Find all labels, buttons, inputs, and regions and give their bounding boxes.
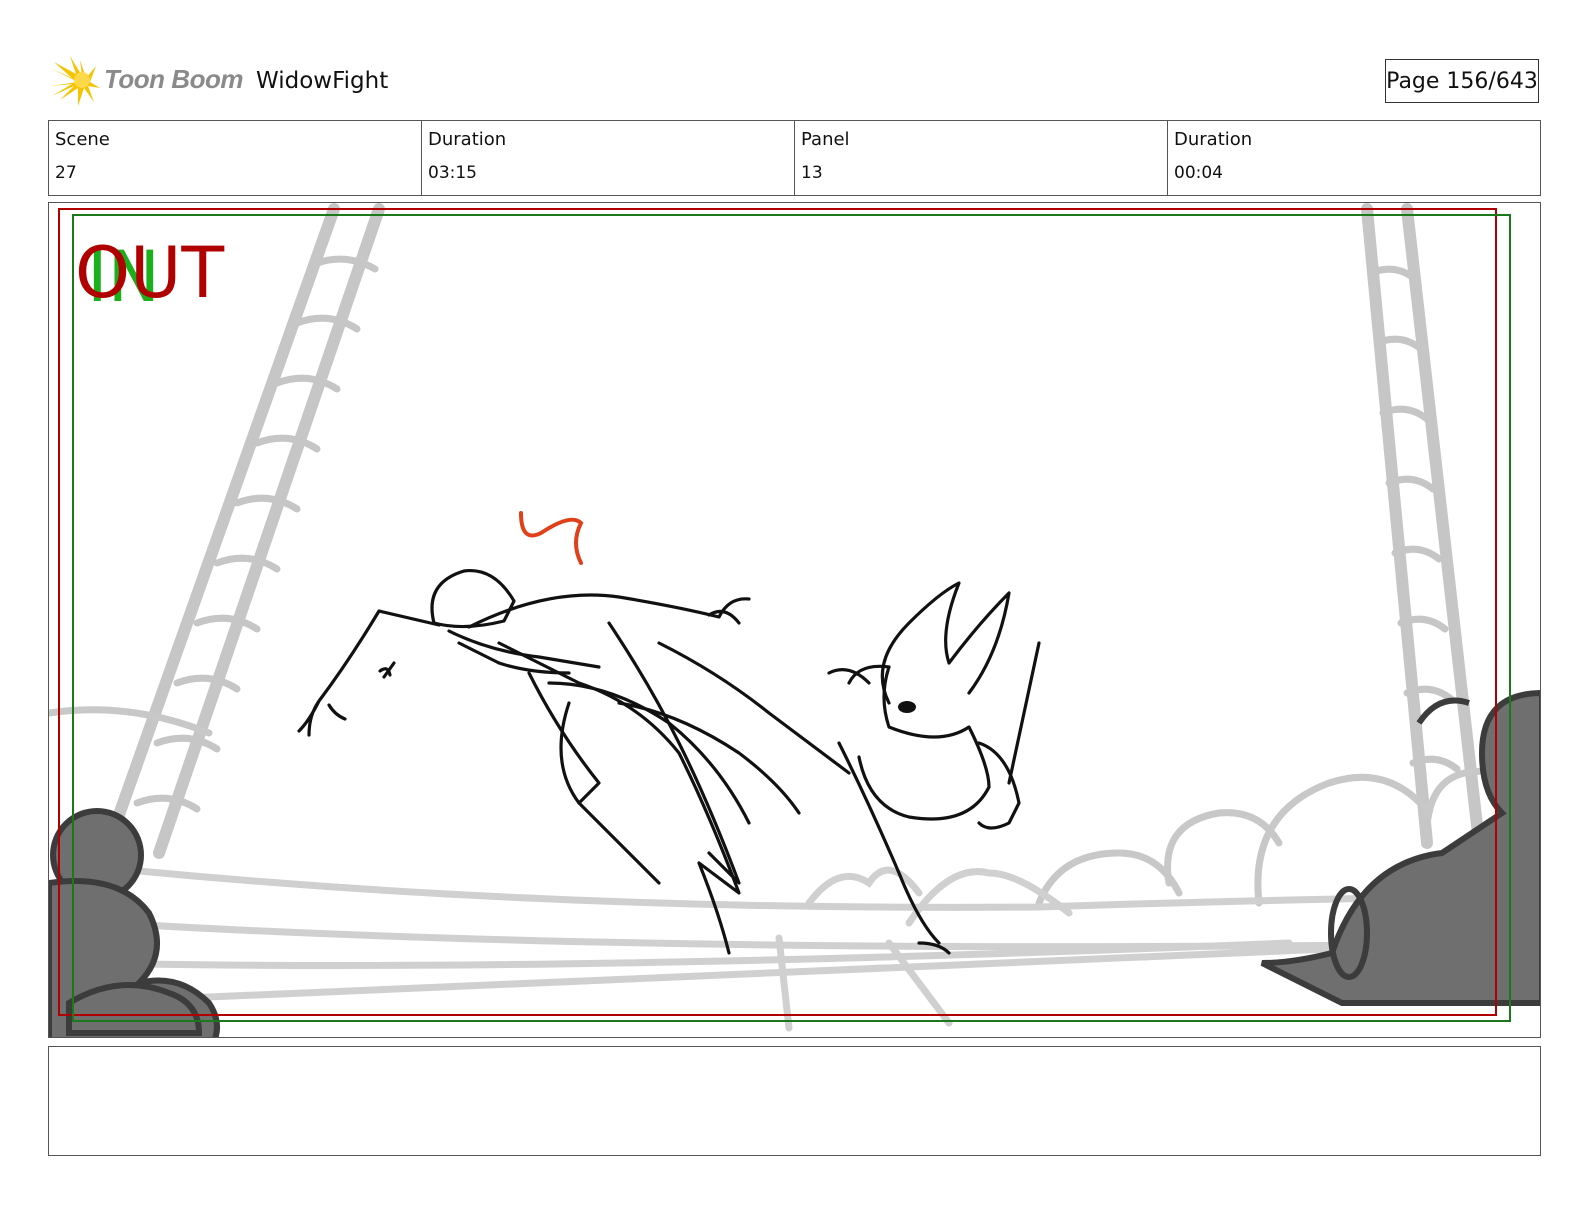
right-rocks (1260, 690, 1540, 1006)
scene-value: 27 (55, 163, 77, 183)
out-marker: OUT (75, 232, 224, 314)
safe-frame-red (58, 208, 1497, 1016)
panel-sketch: IN OUT (49, 203, 1540, 1037)
panel-duration-label: Duration (1174, 129, 1253, 150)
scene-duration-label: Duration (428, 129, 507, 150)
accent-mark (519, 511, 584, 565)
right-tower-sketch (1361, 203, 1485, 849)
project-title: WidowFight (256, 68, 389, 94)
panel-value: 13 (801, 163, 823, 183)
hornet-eye (898, 701, 916, 713)
cloud-sketch (49, 706, 1503, 907)
panel-cell: Panel 13 (794, 121, 1167, 195)
panel-label: Panel (801, 129, 850, 150)
scene-label: Scene (55, 129, 110, 150)
scene-cell: Scene 27 (49, 121, 421, 195)
scene-duration-value: 03:15 (428, 163, 477, 183)
page-indicator: Page 156/643 (1385, 59, 1539, 103)
panel-info-table: Scene 27 Duration 03:15 Panel 13 Duratio… (48, 120, 1541, 196)
storyboard-panel: IN OUT (48, 202, 1541, 1038)
panel-notes-box (48, 1046, 1541, 1156)
panel-duration-value: 00:04 (1174, 163, 1223, 183)
logo-text: Toon Boom (104, 64, 243, 94)
panel-duration-cell: Duration 00:04 (1167, 121, 1540, 195)
scene-duration-cell: Duration 03:15 (421, 121, 794, 195)
